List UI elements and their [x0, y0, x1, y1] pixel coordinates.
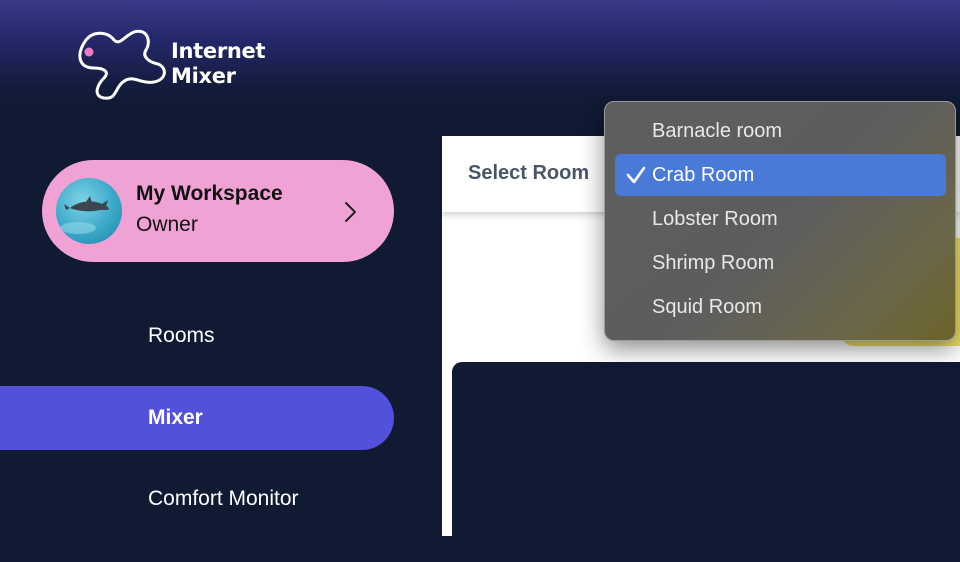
room-dropdown-menu[interactable]: Barnacle room Crab Room Lobster Room Shr…	[604, 101, 956, 341]
app-name: Internet Mixer	[171, 39, 266, 89]
mixer-panel	[452, 362, 960, 562]
room-option-barnacle[interactable]: Barnacle room	[615, 110, 946, 152]
room-option-label: Crab Room	[652, 164, 755, 186]
room-option-label: Squid Room	[652, 296, 763, 318]
chevron-right-icon	[345, 202, 356, 222]
app-name-line1: Internet	[171, 39, 266, 63]
app-logo[interactable]: Internet Mixer	[74, 26, 284, 104]
avatar	[56, 178, 122, 244]
app-name-line2: Mixer	[171, 64, 236, 88]
sidebar-item-label: Mixer	[148, 406, 203, 429]
workspace-name: My Workspace	[136, 182, 283, 205]
workspace-role: Owner	[136, 213, 198, 236]
room-option-label: Barnacle room	[652, 120, 783, 142]
room-option-squid[interactable]: Squid Room	[615, 286, 946, 328]
room-option-shrimp[interactable]: Shrimp Room	[615, 242, 946, 284]
sidebar-item-mixer[interactable]: Mixer	[0, 386, 394, 450]
select-room-label: Select Room	[468, 162, 590, 184]
sidebar-item-rooms[interactable]: Rooms	[148, 324, 215, 348]
checkmark-icon	[626, 166, 646, 184]
room-option-crab[interactable]: Crab Room	[615, 154, 946, 196]
logo-blob-icon	[78, 29, 166, 100]
room-option-lobster[interactable]: Lobster Room	[615, 198, 946, 240]
sidebar-item-comfort-monitor[interactable]: Comfort Monitor	[148, 487, 299, 511]
dolphin-icon	[60, 196, 109, 234]
workspace-switcher[interactable]: My Workspace Owner	[42, 160, 394, 262]
room-option-label: Lobster Room	[652, 208, 778, 230]
room-option-label: Shrimp Room	[652, 252, 775, 274]
